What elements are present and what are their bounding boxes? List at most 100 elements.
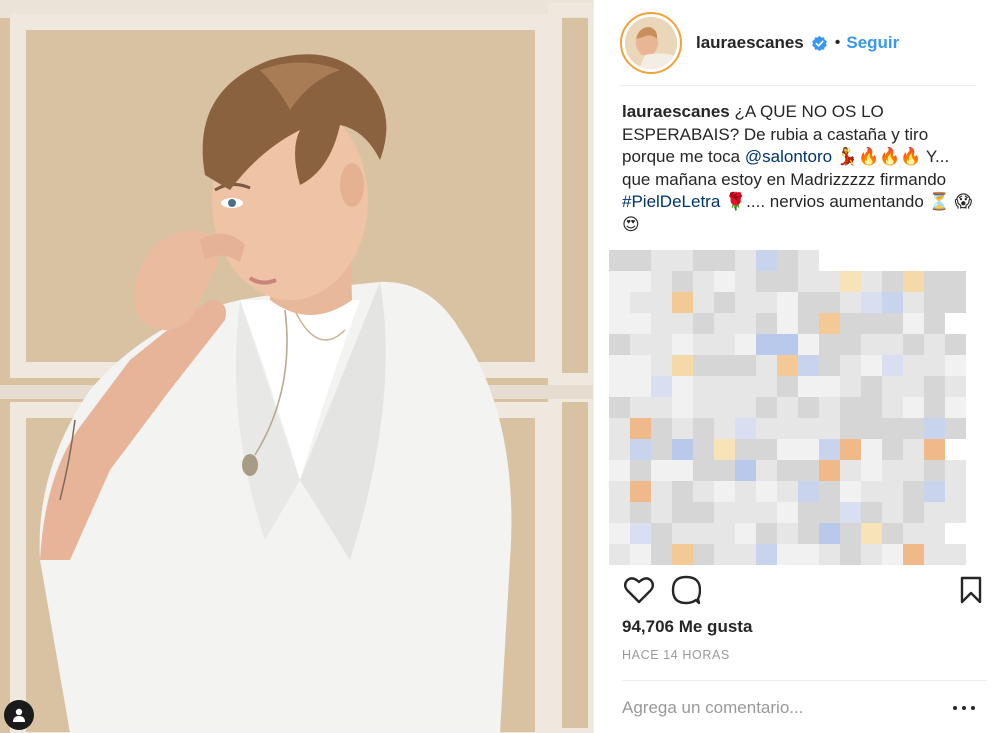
pixel-cell [903, 544, 924, 565]
avatar[interactable] [620, 12, 682, 74]
pixel-cell [672, 376, 693, 397]
pixel-cell [756, 544, 777, 565]
pixel-cell [672, 481, 693, 502]
pixel-cell [714, 334, 735, 355]
pixel-cell [819, 355, 840, 376]
pixel-cell [672, 250, 693, 271]
pixel-cell [609, 250, 630, 271]
pixel-cell [777, 418, 798, 439]
pixel-cell [945, 418, 966, 439]
pixel-cell [777, 460, 798, 481]
pixel-cell [735, 334, 756, 355]
pixel-cell [903, 523, 924, 544]
pixel-cell [693, 418, 714, 439]
pixel-cell [693, 376, 714, 397]
pixel-cell [903, 460, 924, 481]
pixel-cell [945, 481, 966, 502]
pixel-cell [609, 313, 630, 334]
pixel-cell [840, 481, 861, 502]
likes-count[interactable]: 94,706 Me gusta [622, 617, 752, 637]
post-timestamp[interactable]: HACE 14 HORAS [622, 648, 730, 662]
pixel-cell [735, 544, 756, 565]
pixel-cell [819, 271, 840, 292]
caption-username[interactable]: lauraescanes [622, 102, 730, 121]
pixel-cell [882, 376, 903, 397]
pixel-cell [630, 250, 651, 271]
pixel-cell [924, 460, 945, 481]
pixel-cell [882, 418, 903, 439]
pixel-cell [672, 355, 693, 376]
pixel-cell [798, 334, 819, 355]
pixel-cell [861, 544, 882, 565]
pixel-cell [903, 292, 924, 313]
pixel-cell [756, 313, 777, 334]
comment-bar [622, 680, 987, 733]
comment-bubble-icon[interactable] [669, 573, 703, 607]
pixel-cell [840, 523, 861, 544]
pixel-cell [693, 334, 714, 355]
pixel-cell [609, 292, 630, 313]
pixel-cell [861, 502, 882, 523]
pixel-cell [672, 523, 693, 544]
heart-icon[interactable] [622, 573, 656, 607]
pixel-cell [630, 460, 651, 481]
pixel-cell [714, 481, 735, 502]
pixel-cell [609, 376, 630, 397]
pixel-cell [651, 376, 672, 397]
pixel-cell [903, 271, 924, 292]
pixel-cell [819, 523, 840, 544]
pixel-cell [777, 250, 798, 271]
pixel-cell [798, 544, 819, 565]
caption-hashtag[interactable]: #PielDeLetra [622, 192, 720, 211]
pixel-cell [693, 502, 714, 523]
pixel-cell [714, 439, 735, 460]
bookmark-icon[interactable] [954, 573, 988, 607]
pixel-cell [861, 523, 882, 544]
pixel-cell [840, 313, 861, 334]
pixel-cell [861, 418, 882, 439]
pixel-cell [819, 481, 840, 502]
pixel-cell [714, 523, 735, 544]
pixel-cell [945, 376, 966, 397]
pixel-cell [819, 439, 840, 460]
pixel-cell [882, 355, 903, 376]
pixel-cell [798, 250, 819, 271]
user-tag-icon[interactable] [4, 700, 34, 730]
pixel-cell [798, 460, 819, 481]
pixel-cell [756, 250, 777, 271]
caption-mention[interactable]: @salontoro [745, 147, 832, 166]
pixel-cell [798, 355, 819, 376]
pixel-cell [903, 376, 924, 397]
pixel-cell [609, 460, 630, 481]
pixel-cell [609, 418, 630, 439]
pixel-cell [840, 544, 861, 565]
pixel-cell [714, 250, 735, 271]
pixel-cell [714, 460, 735, 481]
pixel-cell [924, 292, 945, 313]
pixel-cell [714, 502, 735, 523]
pixel-cell [672, 397, 693, 418]
pixel-cell [861, 481, 882, 502]
pixel-cell [903, 397, 924, 418]
pixel-cell [693, 292, 714, 313]
pixel-cell [714, 313, 735, 334]
pixel-cell [693, 439, 714, 460]
pixel-cell [777, 439, 798, 460]
pixel-cell [651, 418, 672, 439]
pixel-cell [651, 502, 672, 523]
more-options-icon[interactable] [953, 702, 975, 714]
pixel-cell [945, 271, 966, 292]
pixel-cell [672, 544, 693, 565]
post-username[interactable]: lauraescanes [696, 33, 804, 53]
post-photo[interactable] [0, 0, 593, 733]
pixel-cell [882, 544, 903, 565]
comment-input[interactable] [622, 695, 932, 721]
pixel-cell [609, 355, 630, 376]
pixel-cell [819, 334, 840, 355]
follow-button[interactable]: Seguir [846, 33, 899, 53]
pixel-cell [861, 355, 882, 376]
pixel-cell [714, 271, 735, 292]
pixel-cell [798, 292, 819, 313]
pixel-cell [861, 271, 882, 292]
pixel-cell [735, 523, 756, 544]
